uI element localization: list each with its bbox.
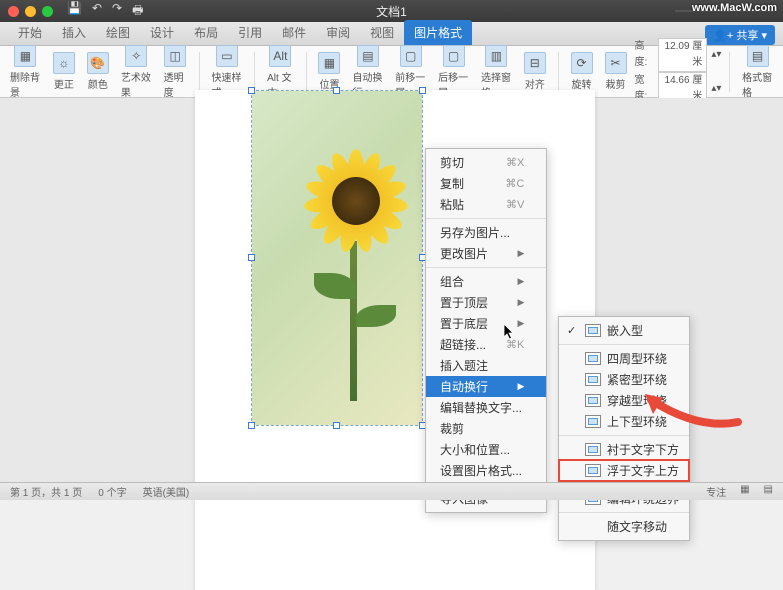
document-canvas: 剪切⌘X 复制⌘C 粘贴⌘V 另存为图片... 更改图片▶ 组合▶ 置于顶层▶ …: [0, 98, 783, 482]
undo-icon[interactable]: ↶: [92, 1, 102, 22]
menu-hyperlink[interactable]: 超链接...⌘K: [426, 334, 546, 355]
artistic-effects-button[interactable]: ✧艺术效果: [117, 45, 156, 99]
wrap-inline-icon: [585, 324, 601, 337]
view-print-layout-icon[interactable]: ▦: [740, 484, 749, 499]
wrap-tight[interactable]: 紧密型环绕: [559, 369, 689, 390]
status-word-count[interactable]: 0 个字: [98, 484, 126, 499]
status-focus[interactable]: 专注: [706, 484, 726, 499]
tab-insert[interactable]: 插入: [52, 20, 96, 45]
tab-layout[interactable]: 布局: [184, 20, 228, 45]
menu-crop[interactable]: 裁剪: [426, 418, 546, 439]
menu-copy[interactable]: 复制⌘C: [426, 173, 546, 194]
window-controls: [8, 6, 53, 17]
annotation-arrow-icon: [643, 392, 743, 432]
wrap-through-icon: [585, 394, 601, 407]
tab-mailings[interactable]: 邮件: [272, 20, 316, 45]
wrap-behind-text[interactable]: 衬于文字下方: [559, 439, 689, 460]
menu-change-picture[interactable]: 更改图片▶: [426, 243, 546, 264]
tab-home[interactable]: 开始: [8, 20, 52, 45]
tab-review[interactable]: 审阅: [316, 20, 360, 45]
minimize-window-button[interactable]: [25, 6, 36, 17]
wrap-inline[interactable]: ✓嵌入型: [559, 320, 689, 341]
statusbar: 第 1 页，共 1 页 0 个字 英语(美国) 专注 ▦ ▤: [0, 482, 783, 500]
tab-references[interactable]: 引用: [228, 20, 272, 45]
stepper-icon[interactable]: ▴▾: [711, 81, 721, 97]
tab-view[interactable]: 视图: [360, 20, 404, 45]
wrap-in-front-of-text[interactable]: 浮于文字上方: [559, 460, 689, 481]
menu-format-picture[interactable]: 设置图片格式...: [426, 460, 546, 481]
wrap-tight-icon: [585, 373, 601, 386]
align-button[interactable]: ⊟对齐: [520, 52, 550, 91]
titlebar: 💾 ↶ ↷ 🖶 文档1: [0, 0, 783, 22]
tab-picture-format[interactable]: 图片格式: [404, 20, 472, 45]
tab-design[interactable]: 设计: [140, 20, 184, 45]
menu-cut[interactable]: 剪切⌘X: [426, 152, 546, 173]
menu-save-as-picture[interactable]: 另存为图片...: [426, 222, 546, 243]
wrap-square[interactable]: 四周型环绕: [559, 348, 689, 369]
menu-send-back[interactable]: 置于底层▶: [426, 313, 546, 334]
menu-bring-front[interactable]: 置于顶层▶: [426, 292, 546, 313]
wrap-square-icon: [585, 352, 601, 365]
menu-group[interactable]: 组合▶: [426, 271, 546, 292]
watermark-text: www.MacW.com: [692, 2, 777, 14]
transparency-button[interactable]: ◫透明度: [160, 45, 191, 99]
menu-wrap-text[interactable]: 自动换行▶: [426, 376, 546, 397]
menu-paste[interactable]: 粘贴⌘V: [426, 194, 546, 215]
rotate-button[interactable]: ⟳旋转: [567, 52, 597, 91]
menu-insert-caption[interactable]: 插入题注: [426, 355, 546, 376]
status-language[interactable]: 英语(美国): [143, 484, 190, 499]
maximize-window-button[interactable]: [42, 6, 53, 17]
menu-size-position[interactable]: 大小和位置...: [426, 439, 546, 460]
stepper-icon[interactable]: ▴▾: [711, 47, 721, 63]
position-button[interactable]: ▦位置: [314, 52, 344, 91]
document-title: 文档1: [376, 3, 407, 20]
quick-access-toolbar: 💾 ↶ ↷ 🖶: [67, 1, 143, 22]
height-label: 高度:: [635, 39, 654, 71]
remove-background-button[interactable]: ▦删除背景: [6, 45, 45, 99]
selected-image[interactable]: [251, 90, 423, 426]
context-menu: 剪切⌘X 复制⌘C 粘贴⌘V 另存为图片... 更改图片▶ 组合▶ 置于顶层▶ …: [425, 148, 547, 513]
status-page[interactable]: 第 1 页，共 1 页: [10, 484, 82, 499]
color-button[interactable]: 🎨颜色: [83, 52, 113, 91]
view-web-layout-icon[interactable]: ▤: [764, 484, 773, 499]
print-icon[interactable]: 🖶: [132, 1, 143, 22]
tab-draw[interactable]: 绘图: [96, 20, 140, 45]
corrections-button[interactable]: ☼更正: [49, 52, 79, 91]
height-field[interactable]: 12.09 厘米: [658, 38, 707, 72]
dimensions-group: 高度:12.09 厘米▴▾ 宽度:14.66 厘米▴▾: [635, 38, 722, 106]
wrap-top-bottom-icon: [585, 415, 601, 428]
wrap-behind-icon: [585, 443, 601, 456]
menu-edit-alt-text[interactable]: 编辑替换文字...: [426, 397, 546, 418]
wrap-front-icon: [585, 464, 601, 477]
redo-icon[interactable]: ↷: [112, 1, 122, 22]
format-pane-button[interactable]: ▤格式窗格: [738, 45, 777, 99]
close-window-button[interactable]: [8, 6, 19, 17]
wrap-move-with-text[interactable]: 随文字移动: [559, 516, 689, 537]
crop-button[interactable]: ✂栽剪: [601, 52, 631, 91]
save-icon[interactable]: 💾: [67, 1, 82, 22]
